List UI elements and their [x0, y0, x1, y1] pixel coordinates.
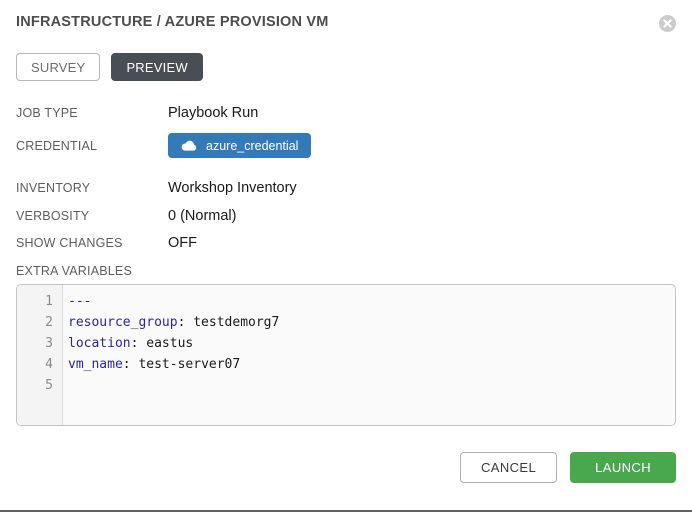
yaml-key: vm_name — [68, 357, 123, 372]
yaml-separator: : — [178, 315, 194, 330]
yaml-key: location — [68, 336, 131, 351]
modal-header: INFRASTRUCTURE / AZURE PROVISION VM — [16, 14, 676, 34]
launch-button[interactable]: LAUNCH — [570, 452, 676, 483]
modal-footer: CANCEL LAUNCH — [16, 452, 676, 483]
editor-line-numbers: 1 2 3 4 5 — [17, 285, 63, 425]
line-number: 3 — [17, 333, 53, 354]
job-type-value: Playbook Run — [168, 105, 258, 121]
page-title: INFRASTRUCTURE / AZURE PROVISION VM — [16, 14, 329, 30]
row-job-type: JOB TYPE Playbook Run — [16, 104, 676, 122]
yaml-value: testdemorg7 — [193, 315, 279, 330]
yaml-value: test-server07 — [138, 357, 240, 372]
close-icon[interactable] — [659, 15, 676, 32]
editor-code-area[interactable]: --- resource_group: testdemorg7 location… — [63, 285, 675, 425]
credential-badge-label: azure_credential — [206, 139, 298, 153]
yaml-key: resource_group — [68, 315, 178, 330]
row-show-changes: SHOW CHANGES OFF — [16, 234, 676, 252]
row-credential: CREDENTIAL azure_credential — [16, 133, 676, 158]
inventory-label: INVENTORY — [16, 181, 168, 195]
line-number: 2 — [17, 312, 53, 333]
launch-preview-modal: INFRASTRUCTURE / AZURE PROVISION VM SURV… — [0, 0, 692, 514]
row-verbosity: VERBOSITY 0 (Normal) — [16, 207, 676, 225]
line-number: 1 — [17, 291, 53, 312]
job-details: JOB TYPE Playbook Run CREDENTIAL azure_c… — [16, 104, 676, 252]
extra-variables-editor[interactable]: 1 2 3 4 5 --- resource_group: testdemorg… — [16, 284, 676, 426]
credential-label: CREDENTIAL — [16, 139, 168, 153]
code-line: location: eastus — [68, 333, 675, 354]
yaml-separator: : — [123, 357, 139, 372]
yaml-separator: : — [131, 336, 147, 351]
extra-variables-label: EXTRA VARIABLES — [16, 263, 676, 279]
cloud-icon — [181, 140, 197, 151]
cancel-button[interactable]: CANCEL — [460, 452, 557, 483]
verbosity-label: VERBOSITY — [16, 209, 168, 223]
code-line: resource_group: testdemorg7 — [68, 312, 675, 333]
credential-badge[interactable]: azure_credential — [168, 133, 311, 158]
yaml-value: eastus — [146, 336, 193, 351]
tab-survey[interactable]: SURVEY — [16, 53, 100, 81]
tab-bar: SURVEY PREVIEW — [16, 53, 676, 81]
show-changes-value: OFF — [168, 235, 197, 251]
code-line — [68, 375, 675, 396]
code-line: --- — [68, 291, 675, 312]
code-line: vm_name: test-server07 — [68, 354, 675, 375]
inventory-value: Workshop Inventory — [168, 180, 297, 196]
row-inventory: INVENTORY Workshop Inventory — [16, 179, 676, 197]
yaml-key: --- — [68, 294, 91, 309]
page-bottom-divider — [0, 510, 692, 512]
tab-preview[interactable]: PREVIEW — [111, 53, 202, 81]
line-number: 5 — [17, 375, 53, 396]
verbosity-value: 0 (Normal) — [168, 208, 236, 224]
job-type-label: JOB TYPE — [16, 106, 168, 120]
line-number: 4 — [17, 354, 53, 375]
show-changes-label: SHOW CHANGES — [16, 236, 168, 250]
